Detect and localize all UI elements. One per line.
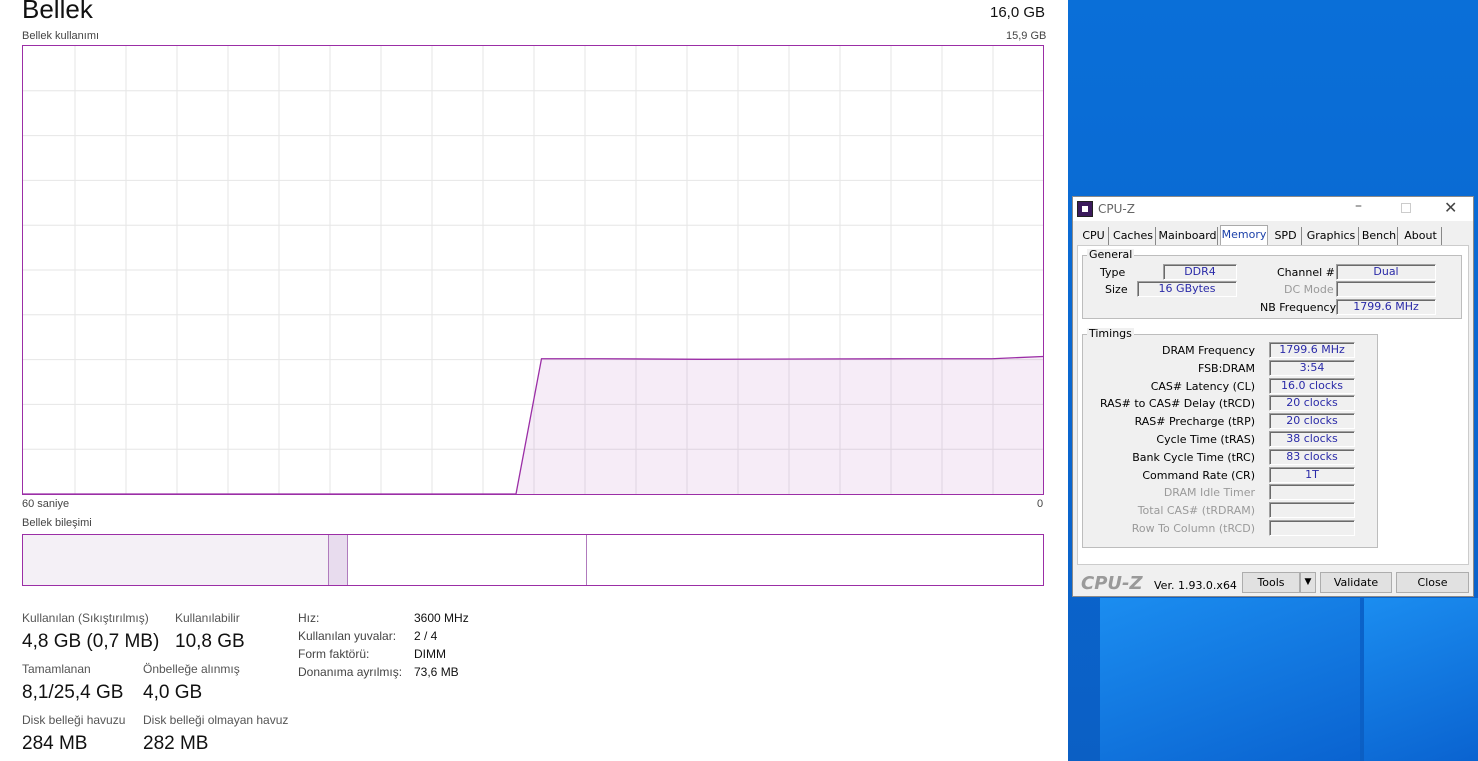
usage-graph-max: 15,9 GB (1006, 30, 1047, 42)
task-manager-memory-pane: Bellek 16,0 GB Bellek kullanımı 15,9 GB … (0, 0, 1068, 761)
in-use-label: Kullanılan (Sıkıştırılmış) (22, 611, 149, 625)
timing-value: 3:54 (1269, 359, 1355, 376)
timing-label: Command Rate (CR) (1142, 468, 1255, 482)
maximize-icon[interactable] (1401, 203, 1411, 213)
axis-left-label: 60 saniye (22, 498, 70, 510)
timing-value: 1T (1269, 466, 1355, 483)
type-label: Type (1100, 266, 1126, 279)
validate-button[interactable]: Validate (1320, 572, 1392, 593)
dc-mode-value (1336, 281, 1436, 297)
nb-frequency-value: 1799.6 MHz (1336, 299, 1436, 315)
composition-standby[interactable] (348, 535, 587, 585)
paged-pool-value: 284 MB (22, 733, 88, 754)
timing-label: FSB:DRAM (1197, 361, 1255, 375)
slots-label: Kullanılan yuvalar: (298, 629, 397, 643)
timing-value: 1799.6 MHz (1269, 342, 1355, 358)
timing-label: Cycle Time (tRAS) (1156, 433, 1255, 446)
paged-pool-label: Disk belleği havuzu (22, 713, 126, 727)
close-icon[interactable]: ✕ (1444, 198, 1457, 217)
cpuz-title: CPU-Z (1098, 202, 1135, 216)
slots-value: 2 / 4 (414, 629, 438, 643)
memory-usage-graph (22, 45, 1044, 495)
timing-label: RAS# Precharge (tRP) (1134, 415, 1255, 429)
usage-graph-label: Bellek kullanımı (22, 30, 100, 42)
size-label: Size (1105, 283, 1128, 296)
speed-value: 3600 MHz (414, 611, 469, 625)
cpuz-brand-logo: CPU-Z (1081, 573, 1143, 594)
memory-composition-bar (22, 534, 1044, 586)
channel-label: Channel # (1277, 266, 1335, 279)
tab-bench[interactable]: Bench (1361, 227, 1398, 245)
composition-in-use[interactable] (23, 535, 329, 585)
hardware-reserved-label: Donanıma ayrılmış: (298, 665, 403, 679)
timing-label: Bank Cycle Time (tRC) (1132, 450, 1255, 464)
composition-modified[interactable] (329, 535, 348, 585)
windows-logo-pane (1100, 598, 1360, 761)
nb-frequency-label: NB Frequency (1260, 301, 1337, 314)
dc-mode-label: DC Mode (1284, 283, 1334, 296)
cpuz-version: Ver. 1.93.0.x64 (1154, 579, 1237, 592)
memory-usage-chart (23, 46, 1043, 494)
available-label: Kullanılabilir (175, 611, 240, 625)
composition-free[interactable] (587, 535, 1043, 585)
cpuz-titlebar[interactable]: CPU-Z – ✕ (1073, 197, 1473, 221)
tab-caches[interactable]: Caches (1111, 227, 1156, 245)
cpuz-app-icon (1077, 201, 1093, 217)
nonpaged-pool-value: 282 MB (143, 733, 209, 754)
tab-graphics[interactable]: Graphics (1304, 227, 1359, 245)
channel-value: Dual (1336, 264, 1436, 280)
timings-group-label: Timings (1087, 327, 1134, 340)
tab-memory[interactable]: Memory (1220, 225, 1268, 246)
timing-label: DRAM Idle Timer (1163, 486, 1255, 500)
hardware-reserved-value: 73,6 MB (414, 665, 459, 679)
in-use-value: 4,8 GB (0,7 MB) (22, 631, 160, 652)
type-value: DDR4 (1163, 264, 1237, 280)
tab-cpu[interactable]: CPU (1079, 227, 1109, 245)
total-memory: 16,0 GB (990, 4, 1046, 21)
available-value: 10,8 GB (175, 631, 245, 652)
timing-value: 20 clocks (1269, 413, 1355, 430)
timing-value: 83 clocks (1269, 448, 1355, 465)
minimize-icon[interactable]: – (1355, 198, 1362, 214)
nonpaged-pool-label: Disk belleği olmayan havuz (143, 713, 289, 727)
tools-button[interactable]: Tools (1242, 572, 1300, 593)
tab-spd[interactable]: SPD (1270, 227, 1302, 245)
timing-label: DRAM Frequency (1161, 344, 1255, 357)
general-group-label: General (1087, 248, 1135, 261)
timing-value: 20 clocks (1269, 395, 1355, 412)
timing-value: 38 clocks (1269, 431, 1355, 447)
timing-value: 16.0 clocks (1269, 377, 1355, 394)
tab-about[interactable]: About (1400, 227, 1442, 245)
cached-label: Önbelleğe alınmış (143, 662, 240, 676)
cached-value: 4,0 GB (143, 682, 203, 703)
tools-dropdown-icon[interactable]: ▼ (1300, 572, 1316, 593)
windows-logo-pane (1364, 598, 1478, 761)
close-button[interactable]: Close (1396, 572, 1469, 593)
composition-label: Bellek bileşimi (22, 517, 92, 529)
timing-value (1269, 520, 1355, 536)
timing-label: RAS# to CAS# Delay (tRCD) (1099, 397, 1255, 411)
form-factor-label: Form faktörü: (298, 647, 370, 661)
timing-label: Row To Column (tRCD) (1131, 522, 1255, 535)
timing-value (1269, 484, 1355, 501)
usage-area (23, 356, 1043, 494)
committed-value: 8,1/25,4 GB (22, 682, 124, 703)
speed-label: Hız: (298, 611, 320, 625)
cpuz-window: CPU-Z – ✕ CPU Caches Mainboard Memory SPD Gra… (1072, 196, 1474, 597)
committed-label: Tamamlanan (22, 662, 91, 676)
page-title: Bellek (22, 0, 93, 24)
size-value: 16 GBytes (1137, 281, 1237, 297)
form-factor-value: DIMM (414, 647, 446, 661)
tab-mainboard[interactable]: Mainboard (1158, 227, 1218, 245)
timing-label: Total CAS# (tRDRAM) (1137, 504, 1255, 518)
timing-value (1269, 502, 1355, 519)
axis-right-label: 0 (1037, 498, 1044, 510)
timing-label: CAS# Latency (CL) (1150, 379, 1255, 393)
